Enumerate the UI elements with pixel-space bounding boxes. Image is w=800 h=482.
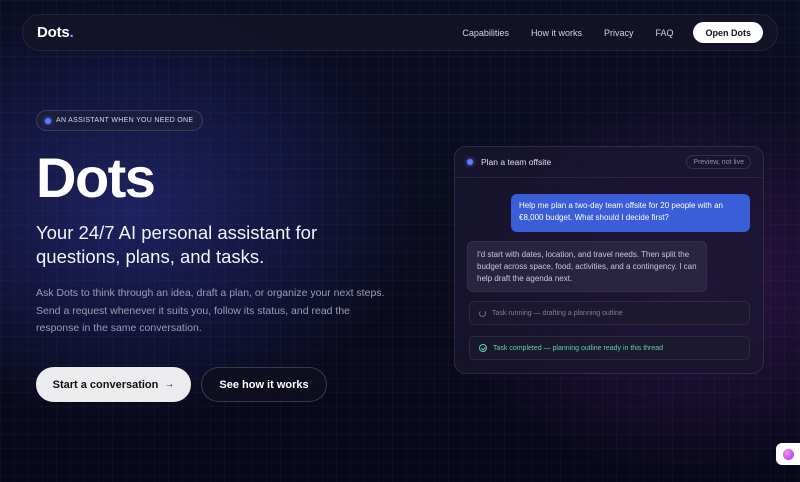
chat-header: Plan a team offsite Preview, not live (455, 147, 763, 178)
check-circle-icon (479, 344, 487, 352)
hero-subtitle: Your 24/7 AI personal assistant for ques… (36, 222, 318, 267)
open-dots-button[interactable]: Open Dots (693, 22, 763, 43)
brand-logo[interactable]: Dots. (37, 24, 74, 41)
assistant-orb-icon (782, 448, 794, 460)
hero-title: Dots (36, 146, 156, 209)
brand-dot: . (69, 24, 74, 41)
chat-status-dot-icon (467, 159, 473, 165)
nav-link-privacy[interactable]: Privacy (604, 28, 634, 38)
chat-title: Plan a team offsite (481, 157, 552, 167)
nav-link-how-it-works[interactable]: How it works (531, 28, 582, 38)
top-nav: Dots. Capabilities How it works Privacy … (22, 14, 778, 51)
task-status-completed: Task completed — planning outline ready … (469, 336, 750, 360)
preview-badge: Preview, not live (686, 155, 751, 169)
see-how-it-works-label: See how it works (219, 378, 309, 391)
see-how-it-works-button[interactable]: See how it works (201, 367, 327, 402)
hero-badge: AN ASSISTANT WHEN YOU NEED ONE (36, 110, 204, 131)
badge-text: AN ASSISTANT WHEN YOU NEED ONE (56, 117, 194, 124)
assistant-widget-button[interactable] (776, 443, 800, 465)
start-conversation-button[interactable]: Start a conversation → (36, 367, 191, 402)
arrow-right-icon: → (164, 379, 175, 390)
nav-link-faq[interactable]: FAQ (655, 28, 673, 38)
assistant-message: I'd start with dates, location, and trav… (467, 241, 707, 292)
nav-links: Capabilities How it works Privacy FAQ Op… (440, 22, 763, 43)
task-status-completed-text: Task completed — planning outline ready … (493, 344, 664, 352)
nav-link-capabilities[interactable]: Capabilities (462, 28, 509, 38)
badge-dot-icon (45, 117, 51, 124)
user-message: Help me plan a two-day team offsite for … (511, 194, 750, 232)
start-conversation-label: Start a conversation (52, 378, 159, 391)
task-status-running-text: Task running — drafting a planning outli… (492, 309, 623, 317)
chat-preview-card: Plan a team offsite Preview, not live He… (454, 146, 764, 374)
task-status-running: Task running — drafting a planning outli… (469, 301, 750, 325)
hero-description: Ask Dots to think through an idea, draft… (36, 287, 385, 334)
spinner-icon (479, 309, 486, 317)
brand-name: Dots (37, 24, 70, 41)
